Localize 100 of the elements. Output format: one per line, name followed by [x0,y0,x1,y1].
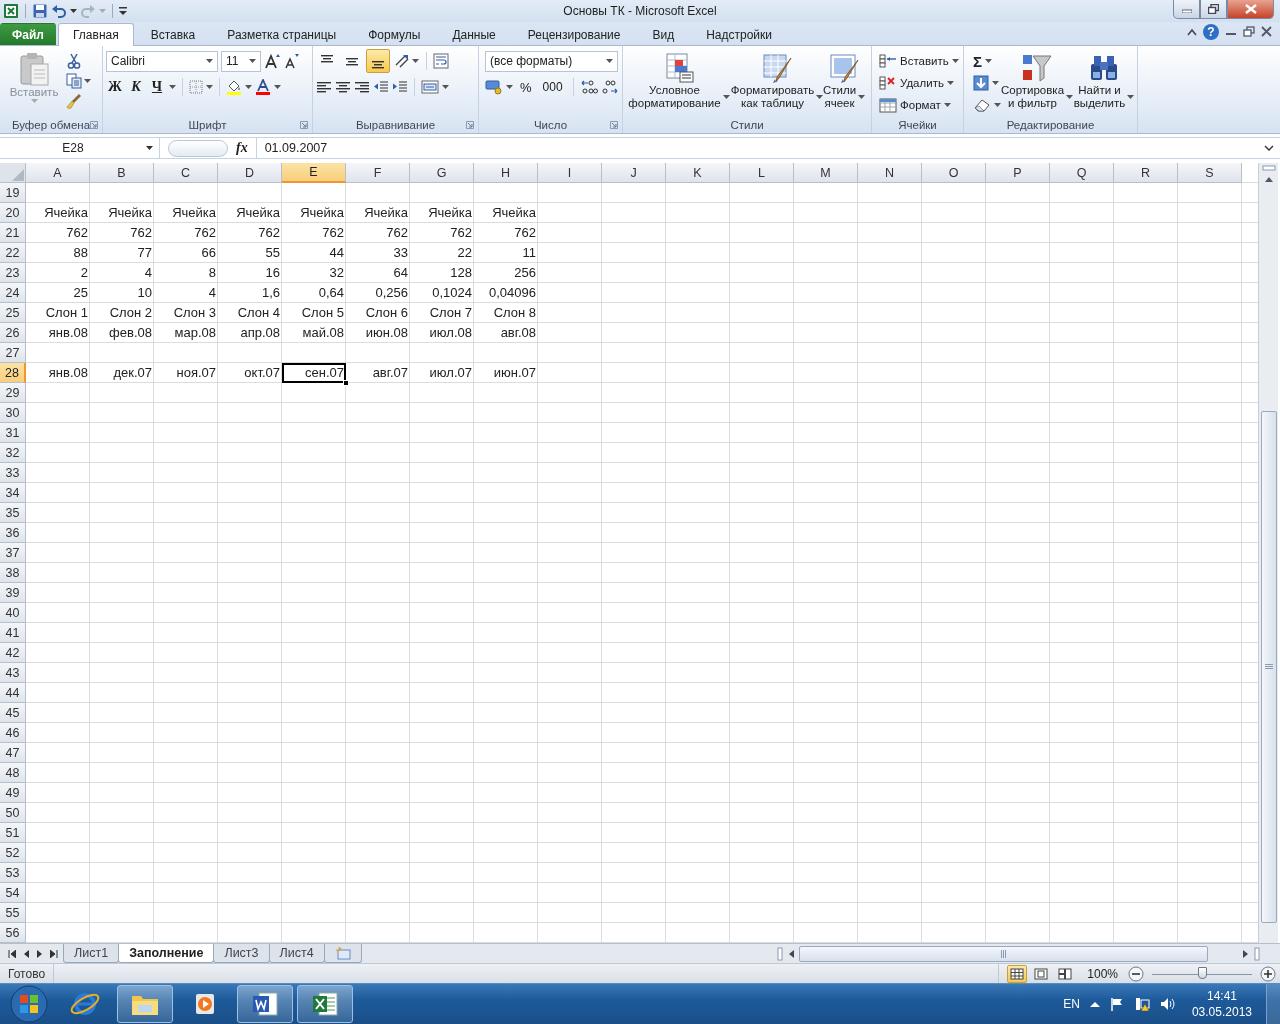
table-cell[interactable]: фев.08 [90,323,154,343]
percent-button[interactable]: % [516,79,536,95]
decrease-font-icon[interactable] [283,53,299,69]
clear-eraser-icon[interactable] [973,98,991,112]
column-header[interactable]: G [410,163,474,183]
table-cell[interactable]: дек.07 [90,363,154,383]
caret-icon[interactable] [84,79,91,83]
column-header[interactable]: D [218,163,282,183]
table-cell[interactable]: Ячейка [26,203,90,223]
table-cell[interactable]: 2 [26,263,90,283]
row-header[interactable]: 29 [0,383,26,403]
table-cell[interactable]: 762 [474,223,538,243]
table-cell[interactable]: 77 [90,243,154,263]
column-header[interactable]: A [26,163,90,183]
view-button[interactable] [1007,964,1028,983]
column-header[interactable]: R [1114,163,1178,183]
table-cell[interactable]: 0,256 [346,283,410,303]
column-header[interactable]: Q [1050,163,1114,183]
wrap-text-icon[interactable] [433,53,449,69]
language-indicator[interactable]: EN [1063,997,1080,1011]
table-cell[interactable]: 762 [410,223,474,243]
row-header[interactable]: 35 [0,503,26,523]
save-icon[interactable] [32,3,48,19]
formula-field[interactable]: 01.09.2007 [255,137,1258,159]
table-cell[interactable]: май.08 [282,323,346,343]
caret-icon[interactable] [994,103,1001,107]
flag-icon[interactable] [1109,997,1124,1011]
scroll-right-icon[interactable] [1242,948,1250,959]
font-size-field[interactable]: 11 [221,50,261,72]
row-header[interactable]: 23 [0,263,26,283]
table-cell[interactable]: июл.07 [410,363,474,383]
split-handle-icon[interactable] [1261,165,1276,171]
table-cell[interactable]: янв.08 [26,323,90,343]
name-box[interactable]: E28 [0,137,160,159]
customize-toolbar-icon[interactable] [119,6,127,16]
table-cell[interactable]: апр.08 [218,323,282,343]
column-header[interactable]: C [154,163,218,183]
row-header[interactable]: 38 [0,563,26,583]
caret-icon[interactable] [858,95,866,99]
autosum-button[interactable]: Σ [973,52,982,70]
show-hidden-icons[interactable] [1089,1001,1100,1007]
table-cell[interactable]: 22 [410,243,474,263]
row-header[interactable]: 42 [0,643,26,663]
decrease-indent-icon[interactable] [373,79,389,95]
start-button-icon[interactable] [9,984,49,1024]
row-header[interactable]: 47 [0,743,26,763]
row-header[interactable]: 55 [0,903,26,923]
taskbar-button[interactable] [117,985,173,1023]
file-tab[interactable]: Файл [0,23,56,45]
table-cell[interactable]: Слон 6 [346,303,410,323]
number-format-field[interactable]: (все форматы) [485,50,618,72]
table-cell[interactable]: Слон 2 [90,303,154,323]
row-header[interactable]: 19 [0,183,26,203]
table-cell[interactable]: 64 [346,263,410,283]
row-header[interactable]: 45 [0,703,26,723]
table-cell[interactable]: 4 [90,263,154,283]
row-header[interactable]: 20 [0,203,26,223]
table-cell[interactable]: Ячейка [474,203,538,223]
decrease-decimal-icon[interactable] [600,79,619,95]
cell-styles-icon[interactable] [828,52,860,84]
caret-icon[interactable] [606,59,613,63]
ribbon-tab[interactable]: Формулы [353,23,436,45]
sheet-tab[interactable]: Лист3 [213,944,270,963]
row-header[interactable]: 49 [0,783,26,803]
row-header[interactable]: 43 [0,663,26,683]
row-header[interactable]: 54 [0,883,26,903]
row-header[interactable]: 30 [0,403,26,423]
table-cell[interactable]: 128 [410,263,474,283]
table-cell[interactable]: сен.07 [282,363,346,383]
previous-sheet-icon[interactable] [22,949,30,958]
table-cell[interactable]: Слон 1 [26,303,90,323]
paintbrush-icon[interactable] [66,93,82,109]
table-cell[interactable]: 66 [154,243,218,263]
column-header[interactable]: O [922,163,986,183]
ribbon-button[interactable]: Сортировка и фильтр [1001,50,1073,117]
caret-icon[interactable] [206,85,213,89]
volume-icon[interactable] [1159,997,1176,1011]
launcher-icon[interactable] [300,121,308,129]
row-header[interactable]: 50 [0,803,26,823]
caret-icon[interactable] [442,85,449,89]
row-header[interactable]: 39 [0,583,26,603]
row-header[interactable]: 25 [0,303,26,323]
column-header[interactable]: I [538,163,602,183]
caret-icon[interactable] [992,81,999,85]
row-header[interactable]: 26 [0,323,26,343]
scissors-icon[interactable] [66,53,82,69]
table-cell[interactable]: 762 [218,223,282,243]
table-cell[interactable]: Слон 3 [154,303,218,323]
close-icon[interactable] [1261,26,1272,37]
bold-button[interactable]: Ж [106,77,124,97]
table-cell[interactable]: Ячейка [90,203,154,223]
clock[interactable]: 14:41 03.05.2013 [1191,988,1252,1020]
row-header[interactable]: 22 [0,243,26,263]
ribbon-tab[interactable]: Вид [637,23,690,45]
table-cell[interactable]: окт.07 [218,363,282,383]
table-cell[interactable]: июн.08 [346,323,410,343]
row-header[interactable]: 21 [0,223,26,243]
table-cell[interactable]: 44 [282,243,346,263]
insert-function-button[interactable]: fx [236,140,248,156]
table-cell[interactable]: 55 [218,243,282,263]
